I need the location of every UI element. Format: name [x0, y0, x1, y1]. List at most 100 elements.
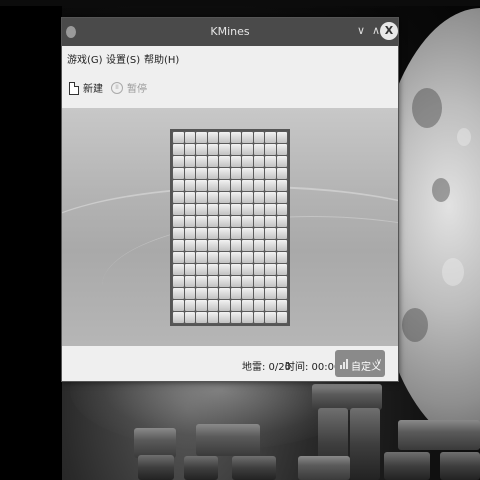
mine-cell[interactable]: [184, 168, 195, 179]
mine-cell[interactable]: [207, 312, 218, 323]
mine-cell[interactable]: [265, 192, 276, 203]
mine-cell[interactable]: [196, 144, 207, 155]
mine-cell[interactable]: [265, 264, 276, 275]
mine-cell[interactable]: [184, 300, 195, 311]
mine-cell[interactable]: [219, 156, 230, 167]
new-document-icon[interactable]: [69, 82, 79, 95]
mine-cell[interactable]: [219, 312, 230, 323]
mine-cell[interactable]: [276, 168, 287, 179]
mine-cell[interactable]: [173, 144, 184, 155]
mine-cell[interactable]: [184, 288, 195, 299]
mine-cell[interactable]: [276, 144, 287, 155]
mine-cell[interactable]: [184, 276, 195, 287]
mine-cell[interactable]: [207, 192, 218, 203]
mine-cell[interactable]: [196, 252, 207, 263]
mine-cell[interactable]: [184, 252, 195, 263]
mine-cell[interactable]: [276, 252, 287, 263]
mine-cell[interactable]: [242, 204, 253, 215]
mine-cell[interactable]: [242, 312, 253, 323]
mine-cell[interactable]: [219, 288, 230, 299]
mine-cell[interactable]: [230, 132, 241, 143]
mine-cell[interactable]: [184, 228, 195, 239]
mine-cell[interactable]: [219, 276, 230, 287]
mine-cell[interactable]: [242, 168, 253, 179]
mine-cell[interactable]: [265, 228, 276, 239]
mine-cell[interactable]: [207, 204, 218, 215]
mine-cell[interactable]: [253, 168, 264, 179]
mine-cell[interactable]: [253, 192, 264, 203]
mine-cell[interactable]: [173, 156, 184, 167]
mine-cell[interactable]: [265, 300, 276, 311]
mine-cell[interactable]: [230, 288, 241, 299]
mine-cell[interactable]: [230, 276, 241, 287]
mine-cell[interactable]: [242, 180, 253, 191]
mine-cell[interactable]: [230, 216, 241, 227]
mine-cell[interactable]: [207, 240, 218, 251]
mine-cell[interactable]: [173, 264, 184, 275]
mine-cell[interactable]: [230, 192, 241, 203]
mine-cell[interactable]: [219, 132, 230, 143]
mine-cell[interactable]: [196, 300, 207, 311]
mine-cell[interactable]: [230, 156, 241, 167]
mine-cell[interactable]: [219, 204, 230, 215]
mine-cell[interactable]: [173, 180, 184, 191]
mine-cell[interactable]: [253, 204, 264, 215]
mine-cell[interactable]: [219, 264, 230, 275]
mine-cell[interactable]: [242, 228, 253, 239]
mine-cell[interactable]: [276, 276, 287, 287]
mine-cell[interactable]: [173, 288, 184, 299]
mine-cell[interactable]: [276, 132, 287, 143]
mine-cell[interactable]: [219, 300, 230, 311]
mine-cell[interactable]: [173, 216, 184, 227]
mine-cell[interactable]: [253, 180, 264, 191]
mine-cell[interactable]: [230, 168, 241, 179]
mine-cell[interactable]: [173, 192, 184, 203]
mine-cell[interactable]: [207, 180, 218, 191]
mine-cell[interactable]: [230, 228, 241, 239]
menu-settings[interactable]: 设置(S): [106, 51, 140, 66]
mine-cell[interactable]: [265, 276, 276, 287]
mine-cell[interactable]: [184, 312, 195, 323]
mine-cell[interactable]: [253, 216, 264, 227]
mine-cell[interactable]: [207, 228, 218, 239]
mine-cell[interactable]: [276, 300, 287, 311]
mine-cell[interactable]: [276, 312, 287, 323]
mine-cell[interactable]: [196, 276, 207, 287]
mine-cell[interactable]: [276, 216, 287, 227]
mine-cell[interactable]: [265, 252, 276, 263]
mine-cell[interactable]: [276, 240, 287, 251]
mine-cell[interactable]: [173, 300, 184, 311]
mine-cell[interactable]: [207, 264, 218, 275]
mine-cell[interactable]: [184, 132, 195, 143]
mine-cell[interactable]: [184, 264, 195, 275]
mine-cell[interactable]: [173, 312, 184, 323]
mine-cell[interactable]: [173, 168, 184, 179]
difficulty-dropdown[interactable]: 自定义 ∨: [335, 350, 385, 377]
mine-cell[interactable]: [230, 204, 241, 215]
mine-cell[interactable]: [276, 264, 287, 275]
mine-cell[interactable]: [184, 192, 195, 203]
mine-cell[interactable]: [173, 240, 184, 251]
mine-cell[interactable]: [253, 288, 264, 299]
mine-cell[interactable]: [196, 168, 207, 179]
mine-cell[interactable]: [207, 144, 218, 155]
mine-cell[interactable]: [276, 192, 287, 203]
mine-cell[interactable]: [207, 300, 218, 311]
mine-cell[interactable]: [276, 180, 287, 191]
pause-button[interactable]: 暂停: [127, 80, 147, 95]
mine-cell[interactable]: [230, 180, 241, 191]
mine-cell[interactable]: [253, 300, 264, 311]
mine-cell[interactable]: [253, 228, 264, 239]
mine-cell[interactable]: [207, 276, 218, 287]
mine-cell[interactable]: [219, 144, 230, 155]
mine-cell[interactable]: [242, 300, 253, 311]
mine-cell[interactable]: [276, 204, 287, 215]
mine-cell[interactable]: [219, 168, 230, 179]
mine-cell[interactable]: [207, 216, 218, 227]
mine-cell[interactable]: [253, 312, 264, 323]
menu-help[interactable]: 帮助(H): [144, 51, 179, 66]
mine-cell[interactable]: [184, 180, 195, 191]
mine-cell[interactable]: [242, 276, 253, 287]
new-game-button[interactable]: 新建: [83, 80, 103, 95]
mine-cell[interactable]: [265, 144, 276, 155]
